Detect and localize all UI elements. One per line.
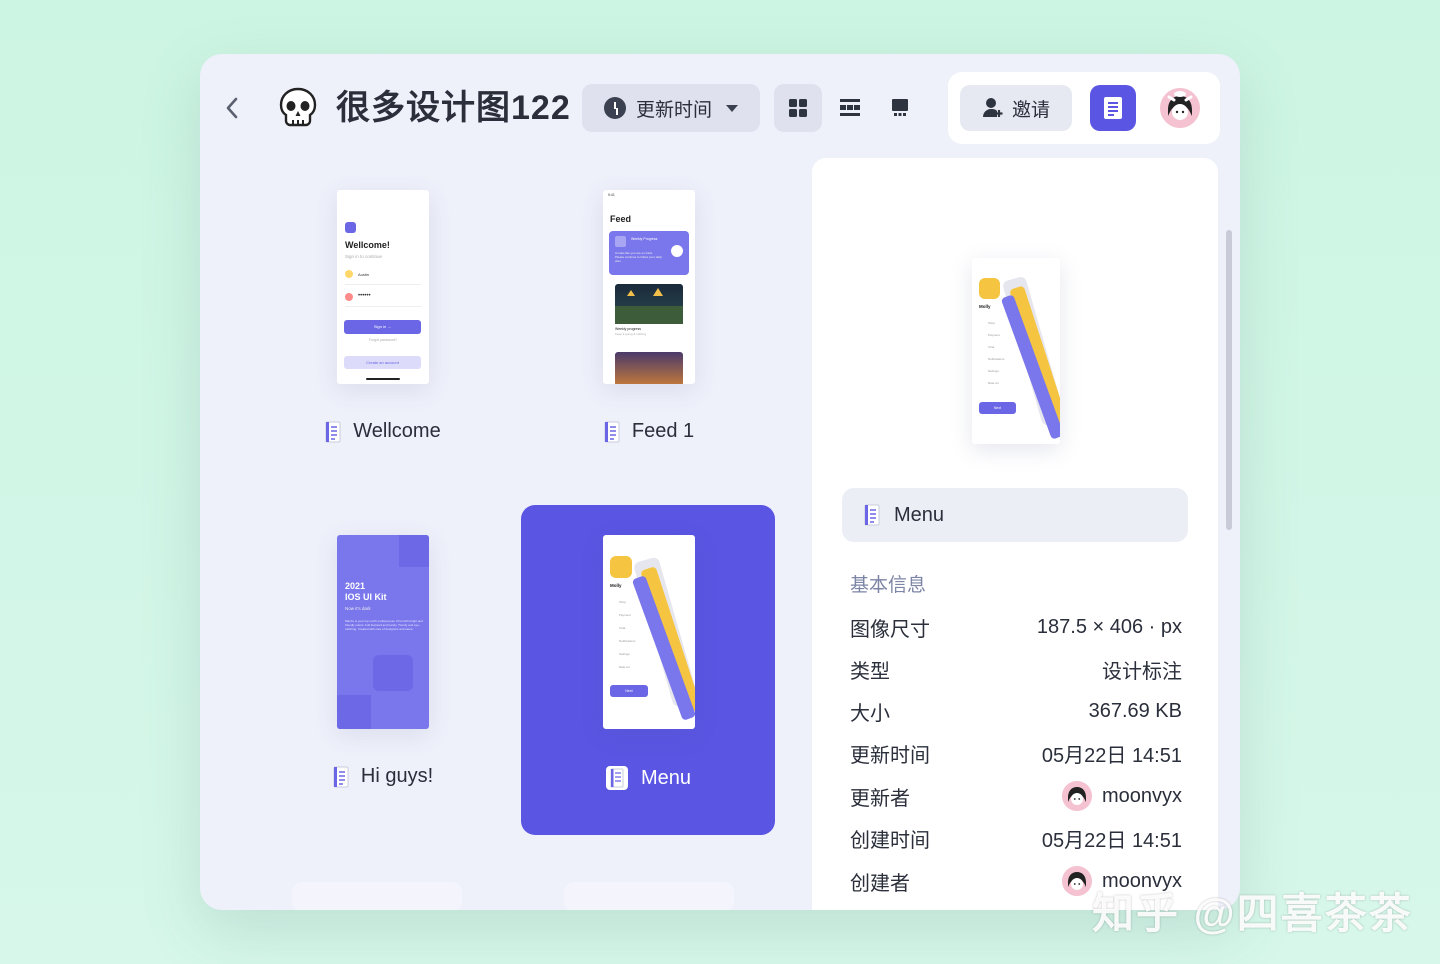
info-label: 创建时间	[850, 829, 930, 852]
user-name: moonvyx	[1101, 784, 1182, 807]
invite-button[interactable]: 邀请	[960, 85, 1072, 131]
file-label: Feed 1	[631, 420, 695, 442]
document-icon	[604, 421, 620, 442]
card-placeholder	[292, 882, 462, 910]
info-label: 更新时间	[850, 744, 930, 767]
thumbnail-hi-guys: 2021 IOS UI Kit Now it's dark Marvie is …	[337, 535, 429, 729]
document-icon	[1104, 97, 1122, 119]
file-name-box[interactable]: Menu	[842, 488, 1188, 542]
file-card-feed-1[interactable]: 9:41 Feed Weekly Progress It looks like …	[522, 170, 776, 500]
sort-label: 更新时间	[636, 99, 713, 121]
scrollbar[interactable]	[1226, 230, 1232, 530]
info-value: 05月22日 14:51	[1041, 829, 1182, 852]
page-title: 很多设计图122	[336, 89, 571, 127]
avatar	[1061, 781, 1092, 811]
list-view-icon	[840, 99, 860, 116]
file-label: Wellcome	[353, 420, 441, 442]
app-window: 很多设计图122 更新时间 邀请 Wellcome! Sign in to co…	[200, 54, 1240, 910]
info-value: 设计标注	[1102, 660, 1182, 683]
card-placeholder	[564, 882, 734, 910]
info-label: 类型	[850, 660, 890, 683]
section-title: 基本信息	[850, 575, 927, 596]
file-label: Hi guys!	[360, 765, 434, 787]
back-icon[interactable]	[220, 94, 244, 122]
document-icon	[333, 766, 349, 787]
file-card-menu[interactable]: Molly Shop Payment Chat Notifications Se…	[521, 505, 775, 835]
sort-dropdown[interactable]: 更新时间	[582, 84, 760, 132]
info-label: 更新者	[850, 787, 910, 810]
file-name: Menu	[894, 503, 945, 526]
presentation-view-icon	[892, 99, 908, 116]
info-label: 图像尺寸	[850, 618, 930, 641]
add-user-icon	[983, 98, 1003, 117]
info-row: 创建时间 05月22日 14:51	[850, 821, 1182, 855]
document-info-button[interactable]	[1090, 85, 1136, 131]
info-value: 187.5 × 406 · px	[1036, 615, 1182, 638]
info-value: moonvyx	[1061, 781, 1182, 811]
detail-panel: Molly Shop Payment Chat Notifications Se…	[812, 158, 1218, 910]
info-row: 大小 367.69 KB	[850, 694, 1182, 728]
caret-down-icon	[726, 104, 739, 112]
document-icon	[605, 766, 628, 790]
info-label: 创建者	[850, 872, 910, 895]
info-label: 大小	[850, 702, 890, 725]
file-label: Menu	[640, 766, 692, 789]
info-value: 367.69 KB	[1088, 699, 1182, 722]
info-row: 更新者 moonvyx	[850, 779, 1182, 813]
grid-view-button[interactable]	[774, 84, 822, 132]
invite-label: 邀请	[1012, 99, 1051, 121]
top-actions: 邀请	[948, 72, 1220, 144]
watermark: 知乎 @四喜茶茶	[1092, 890, 1413, 937]
thumbnail-menu: Molly Shop Payment Chat Notifications Se…	[603, 535, 695, 729]
info-row: 更新时间 05月22日 14:51	[850, 736, 1182, 770]
file-caption: Wellcome	[256, 420, 510, 443]
document-icon	[864, 504, 880, 526]
thumbnail-wellcome: Wellcome! Sign in to continue Austin •••…	[337, 190, 429, 384]
file-caption: Feed 1	[522, 420, 776, 443]
grid-view-icon	[789, 99, 807, 117]
info-value: 05月22日 14:51	[1041, 744, 1182, 767]
preview-thumbnail: Molly Shop Payment Chat Notifications Se…	[972, 258, 1060, 444]
list-view-button[interactable]	[826, 84, 874, 132]
avatar	[1061, 866, 1092, 896]
document-icon	[325, 421, 341, 442]
file-card-hi-guys[interactable]: 2021 IOS UI Kit Now it's dark Marvie is …	[256, 505, 510, 835]
info-row: 类型 设计标注	[850, 652, 1182, 686]
file-card-wellcome[interactable]: Wellcome! Sign in to continue Austin •••…	[256, 170, 510, 500]
clock-icon	[604, 97, 626, 119]
skull-icon	[276, 86, 320, 130]
thumbnail-feed: 9:41 Feed Weekly Progress It looks like …	[603, 190, 695, 384]
presentation-view-button[interactable]	[876, 84, 924, 132]
info-row: 图像尺寸 187.5 × 406 · px	[850, 610, 1182, 644]
avatar[interactable]	[1160, 88, 1200, 128]
file-caption: Hi guys!	[256, 765, 510, 788]
file-caption: Menu	[521, 765, 775, 791]
